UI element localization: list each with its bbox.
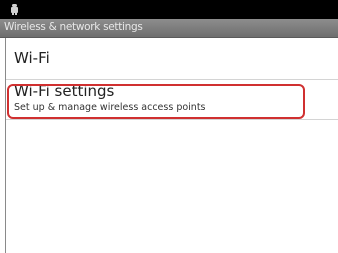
wifi-settings-label: Wi-Fi settings (14, 82, 115, 100)
page-title: Wireless & network settings (4, 21, 143, 33)
wifi-toggle-item[interactable]: Wi-Fi (6, 38, 338, 80)
title-bar: Wireless & network settings (0, 19, 338, 38)
status-bar (0, 0, 338, 19)
wifi-settings-item[interactable]: Wi-Fi settings Set up & manage wireless … (6, 80, 338, 120)
wifi-settings-summary: Set up & manage wireless access points (14, 102, 206, 113)
wifi-label: Wi-Fi (14, 49, 50, 67)
android-icon (11, 4, 18, 15)
settings-list: Wi-Fi Wi-Fi settings Set up & manage wir… (6, 38, 338, 253)
